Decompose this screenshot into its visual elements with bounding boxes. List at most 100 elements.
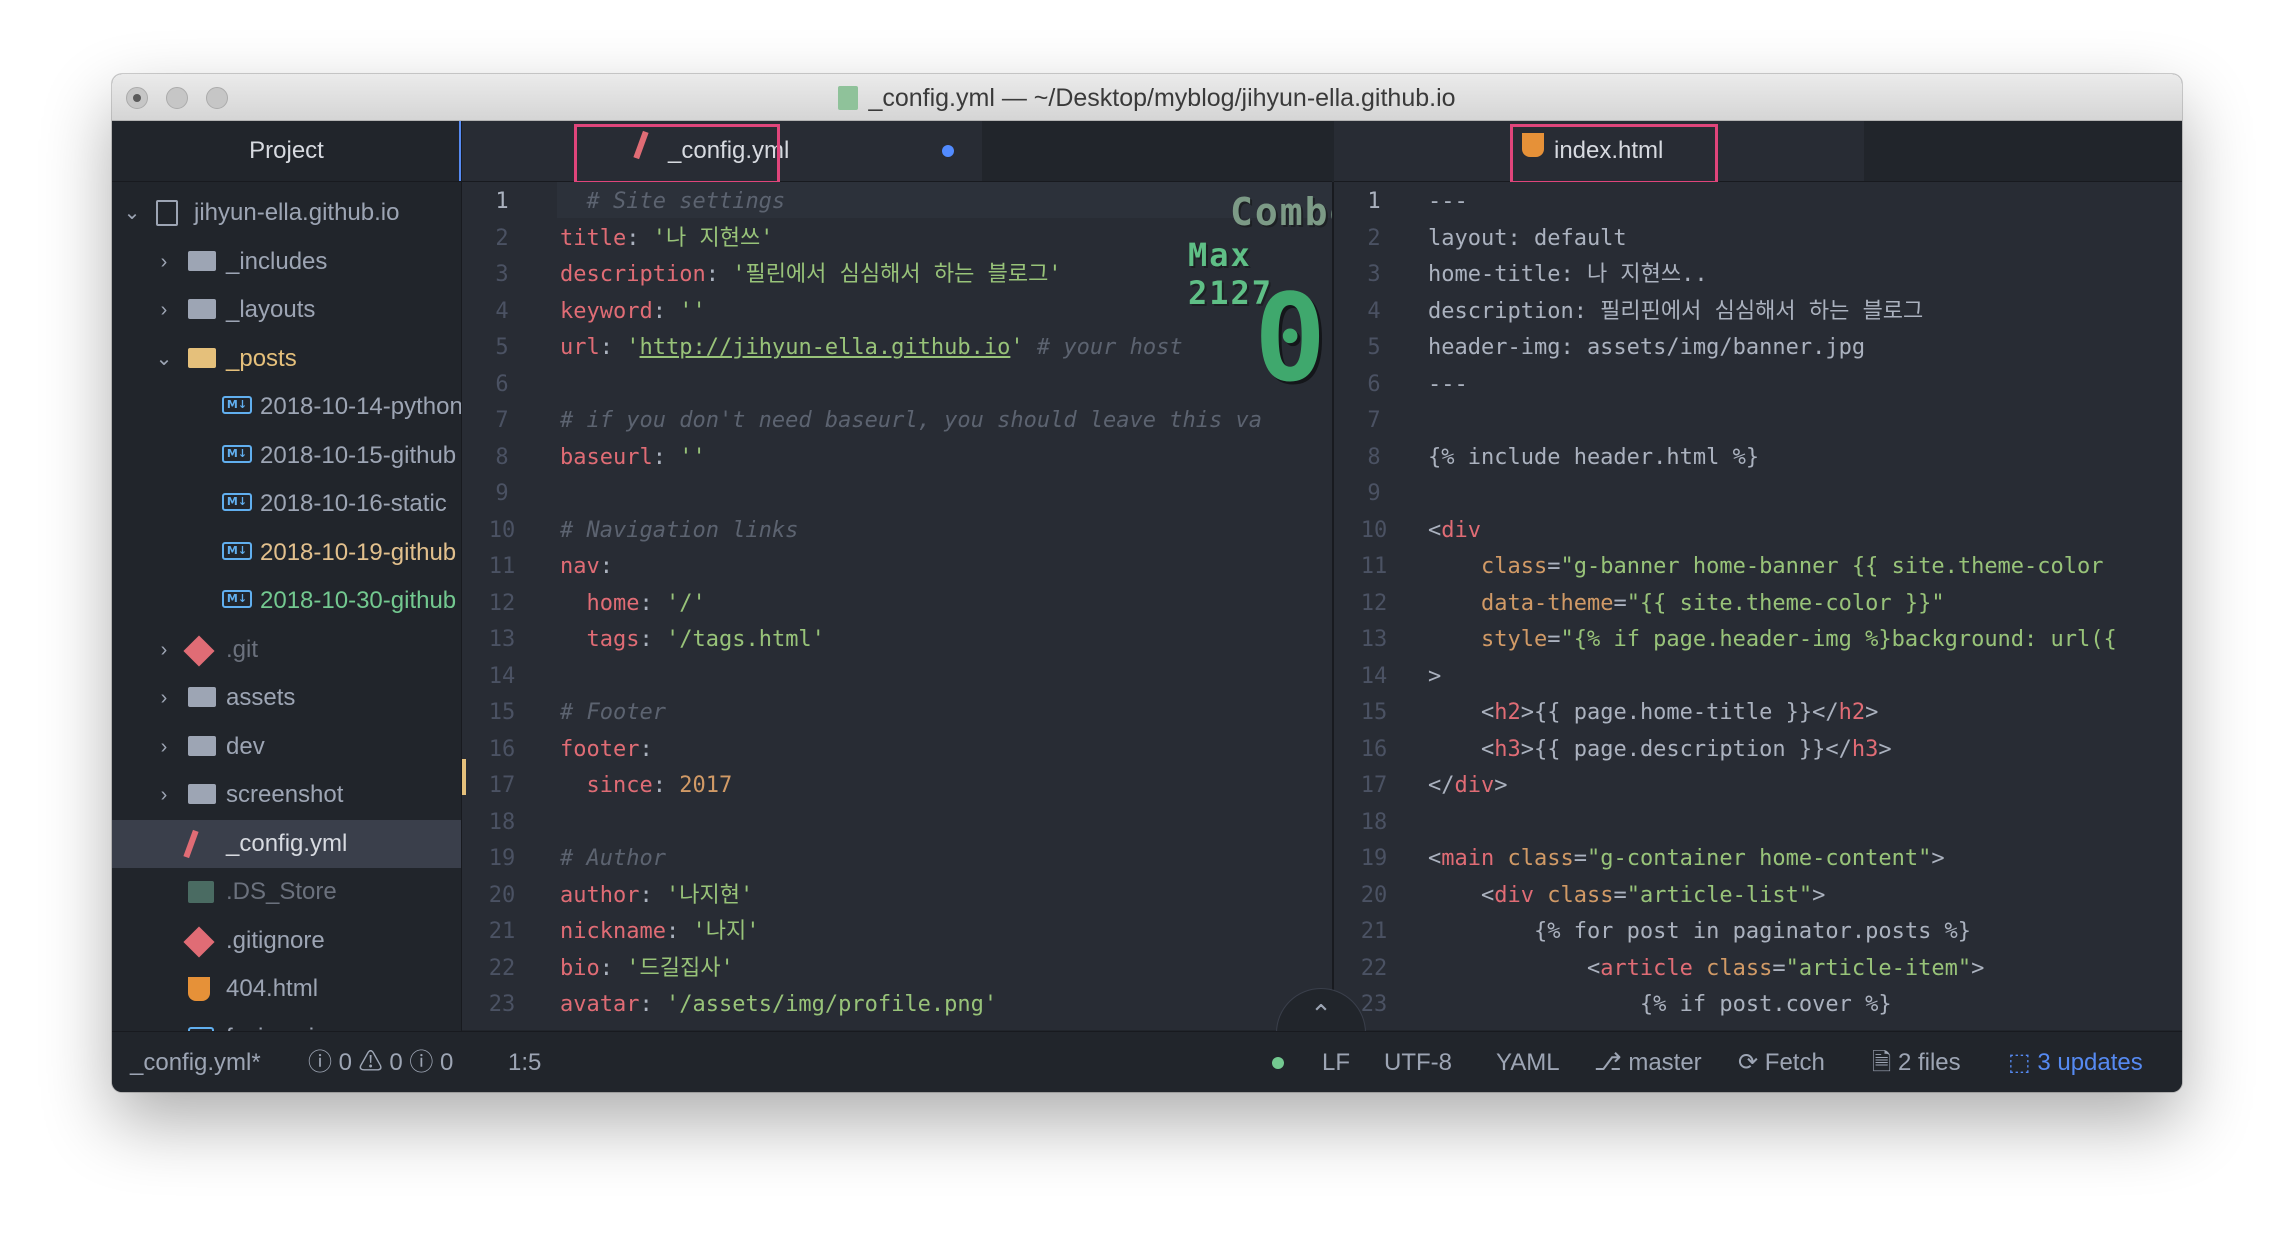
status-line-ending[interactable]: LF (1322, 1032, 1350, 1092)
code-line[interactable]: keyword: '' (560, 294, 706, 330)
tree-item-label: _includes (226, 247, 328, 275)
code-line[interactable]: # if you don't need baseurl, you should … (560, 403, 1262, 439)
code-line[interactable]: nickname: '나지' (560, 914, 759, 950)
code-line[interactable]: > (1428, 659, 1441, 695)
code-line[interactable]: layout: default (1428, 221, 1627, 257)
code-line[interactable]: home: '/' (560, 586, 706, 622)
code-line[interactable]: data-theme="{{ site.theme-color }}" (1428, 586, 1945, 622)
code-line[interactable]: footer: (560, 732, 653, 768)
modified-indicator[interactable] (942, 145, 954, 157)
code-line[interactable]: <h2>{{ page.home-title }}</h2> (1428, 695, 1878, 731)
code-line[interactable]: class="g-banner home-banner {{ site.them… (1428, 549, 2104, 585)
code-line[interactable]: </div> (1428, 768, 1508, 804)
line-number: 13 (1360, 627, 1388, 652)
code-line[interactable]: url: 'http://jihyun-ella.github.io' # yo… (560, 330, 1183, 366)
code-line[interactable]: avatar: '/assets/img/profile.png' (560, 987, 997, 1023)
line-number: 18 (1360, 809, 1388, 835)
tree-root[interactable]: ⌄ jihyun-ella.github.io (112, 189, 461, 237)
code-line[interactable]: {% for post in paginator.posts %} (1428, 914, 1971, 950)
tree-item[interactable]: › _includes (112, 238, 461, 286)
code-line[interactable]: <div class="article-list"> (1428, 878, 1825, 914)
line-number: 5 (1367, 335, 1381, 360)
code-line[interactable]: title: '나 지현쓰' (560, 221, 773, 257)
status-git-branch[interactable]: ⎇ master (1594, 1032, 1702, 1092)
status-encoding[interactable]: UTF-8 (1384, 1032, 1452, 1092)
code-line[interactable]: <div class="post-cover"> (1428, 1024, 1958, 1031)
right-editor-pane[interactable]: 1 --- 2 layout: default 3 home-title: 나 지현쓰..… (1334, 182, 2182, 1030)
tree-item[interactable]: M↓ 2018-10-19-github (112, 529, 461, 577)
code-line[interactable]: <article class="article-item"> (1428, 951, 1984, 987)
chevron-right-icon[interactable]: › (154, 771, 174, 819)
line-number: 21 (1360, 919, 1388, 944)
code-line[interactable]: <main class="g-container home-content"> (1428, 841, 1945, 877)
chevron-right-icon[interactable]: › (154, 626, 174, 674)
chevron-right-icon[interactable]: › (154, 723, 174, 771)
code-line[interactable]: baseurl: '' (560, 440, 706, 476)
code-line[interactable]: --- (1428, 367, 1468, 403)
tree-item[interactable]: M↓ 2018-10-16-static (112, 480, 461, 528)
tree-item-label: 2018-10-30-github (260, 587, 457, 614)
line-number: 7 (1367, 408, 1381, 433)
document-icon (838, 86, 859, 110)
code-line[interactable]: author: '나지현' (560, 878, 753, 914)
left-editor-pane[interactable]: 1 # Site settings 2 title: '나 지현쓰' 3 descrip… (462, 182, 1332, 1030)
chevron-right-icon[interactable]: › (154, 674, 174, 722)
code-line[interactable]: {% include header.html %} (1428, 440, 1759, 476)
code-line[interactable]: # Site settings (560, 184, 786, 220)
code-line[interactable]: {% if post.cover %} (1428, 987, 1892, 1023)
code-line[interactable]: # Author (560, 841, 666, 877)
status-cursor-position[interactable]: 1:5 (508, 1032, 541, 1092)
chevron-right-icon[interactable]: › (154, 286, 174, 334)
code-line[interactable]: home-title: 나 지현쓰.. (1428, 257, 1708, 293)
tree-item[interactable]: › .git (112, 626, 461, 674)
status-changed-files[interactable]: 🗎 2 files (1872, 1032, 1961, 1092)
status-fetch-button[interactable]: ⟳ Fetch (1738, 1032, 1825, 1092)
tree-item[interactable]: ⌄ _posts (112, 335, 461, 383)
line-number: 11 (1360, 554, 1388, 579)
code-line[interactable]: <div (1428, 513, 1481, 549)
line-number: 15 (488, 700, 516, 725)
code-line[interactable]: header-img: assets/img/banner.jpg (1428, 330, 1865, 366)
tree-item[interactable]: _config.yml (112, 819, 461, 868)
project-tree-panel: Project ⌄ jihyun-ella.github.io › _includes… (112, 121, 462, 1031)
yaml-icon (183, 829, 199, 858)
code-line[interactable]: <h3>{{ page.description }}</h3> (1428, 732, 1892, 768)
status-ok-indicator (1272, 1057, 1284, 1069)
tree-item[interactable]: favicon.ico (112, 1014, 461, 1031)
chevron-down-icon[interactable]: ⌄ (154, 335, 174, 383)
tree-item[interactable]: M↓ 2018-10-14-python (112, 383, 461, 431)
project-panel-header[interactable]: Project (112, 121, 461, 182)
code-line[interactable]: # Navigation links (560, 513, 798, 549)
line-number: 3 (495, 262, 509, 287)
chevron-down-icon[interactable]: ⌄ (122, 189, 142, 237)
code-line[interactable]: tags: '/tags.html' (560, 622, 825, 658)
status-grammar[interactable]: YAML (1496, 1032, 1560, 1092)
code-line[interactable]: --- (1428, 184, 1468, 220)
tree-item-label: assets (226, 684, 296, 711)
code-line[interactable]: description: '필린에서 심심해서 하는 블로그' (560, 257, 1062, 293)
tree-item[interactable]: › screenshot (112, 771, 461, 819)
tree-item[interactable]: M↓ 2018-10-30-github (112, 577, 461, 625)
code-line[interactable]: description: 필리핀에서 심심해서 하는 블로그 (1428, 294, 1923, 330)
tree-item[interactable]: M↓ 2018-10-15-github (112, 432, 461, 480)
tree-item[interactable]: .gitignore (112, 917, 461, 965)
right-tab-bar: index.html (1334, 121, 2182, 184)
tree-item-label: _layouts (226, 296, 316, 323)
line-number: 9 (495, 481, 509, 506)
tree-item[interactable]: › assets (112, 674, 461, 722)
tree-item[interactable]: 404.html (112, 965, 461, 1013)
tree-item[interactable]: › _layouts (112, 286, 461, 334)
status-file-name[interactable]: _config.yml* (130, 1032, 261, 1092)
code-line[interactable]: style="{% if page.header-img %}backgroun… (1428, 622, 2117, 658)
status-diagnostics[interactable]: ⓘ 0 ⚠ 0 ⓘ 0 (308, 1032, 453, 1092)
chevron-right-icon[interactable]: › (154, 238, 174, 286)
line-number: 14 (488, 663, 516, 689)
tree-item[interactable]: .DS_Store (112, 868, 461, 916)
code-line[interactable]: bio: '드길집사' (560, 951, 734, 987)
status-package-updates[interactable]: ⬚ 3 updates (2008, 1032, 2143, 1092)
tree-item[interactable]: › dev (112, 723, 461, 771)
code-line[interactable]: # Footer (560, 695, 666, 731)
code-line[interactable]: since: 2017 (560, 768, 733, 804)
code-line[interactable]: nav: (560, 549, 613, 585)
tree-item-label: 2018-10-19-github (260, 538, 457, 566)
